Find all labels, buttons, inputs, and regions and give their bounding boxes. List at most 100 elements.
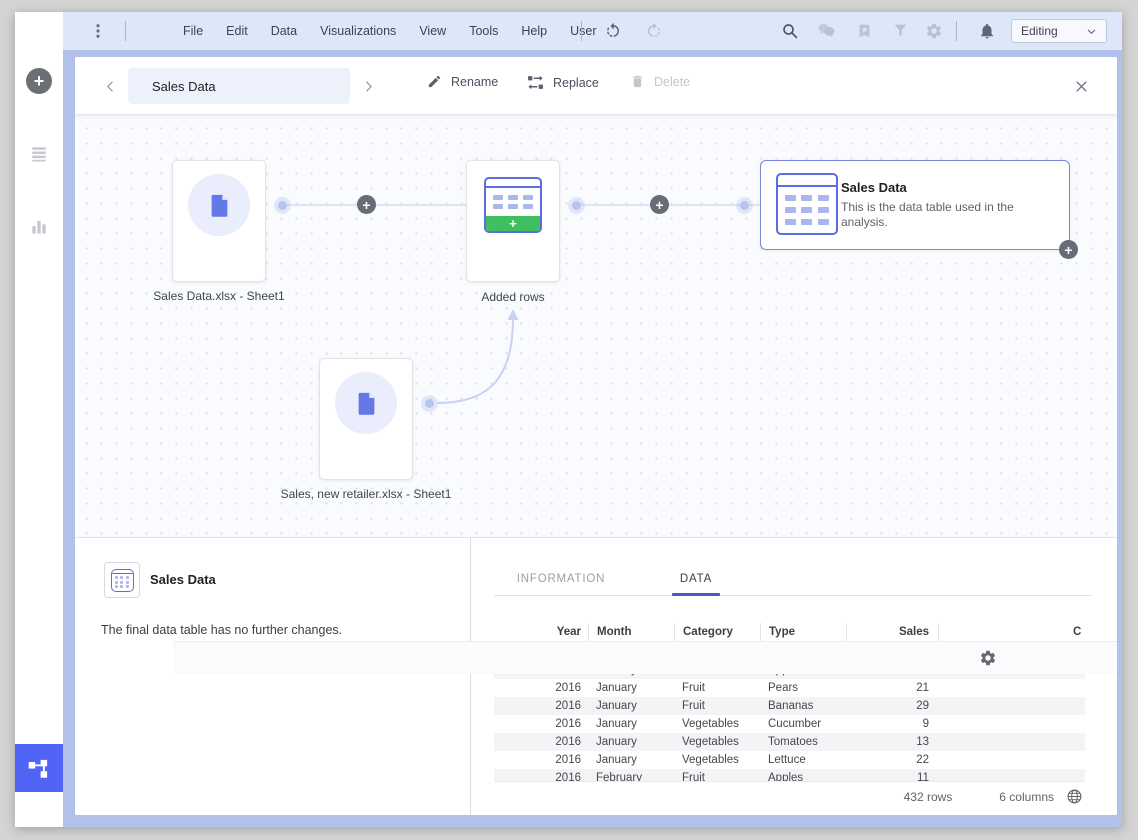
overflow-menu-button[interactable] [89, 22, 107, 40]
menu-item-help[interactable]: Help [521, 24, 547, 38]
tab-information[interactable]: INFORMATION [519, 562, 603, 595]
cell: Fruit [674, 679, 760, 697]
swap-icon [527, 74, 544, 91]
cell [938, 769, 1085, 781]
pencil-icon [427, 74, 442, 89]
menu-separator [125, 21, 126, 41]
delete-label: Delete [654, 75, 690, 89]
add-transformation-button[interactable]: + [650, 195, 669, 214]
rename-label: Rename [451, 75, 498, 89]
cell: Fruit [674, 769, 760, 781]
filters-button[interactable] [892, 23, 909, 40]
table-selector[interactable]: Sales Data [128, 68, 350, 104]
cell [938, 715, 1085, 733]
comments-button[interactable] [817, 22, 836, 41]
menu-item-user[interactable]: User [570, 24, 596, 38]
delete-button-disabled[interactable]: Delete [630, 74, 690, 89]
cell: January [588, 733, 674, 751]
redo-button[interactable] [645, 22, 663, 40]
mode-dropdown[interactable]: Editing [1011, 19, 1107, 43]
comments-icon [817, 22, 836, 41]
kebab-icon [89, 22, 107, 40]
row-count: 432 rows [904, 790, 953, 804]
table-selector-label: Sales Data [152, 79, 216, 94]
next-table-button[interactable] [358, 76, 378, 96]
menu-item-file[interactable]: File [183, 24, 203, 38]
table-icon [111, 569, 134, 592]
details-title: Sales Data [150, 572, 216, 587]
connector-dot [274, 197, 291, 214]
table-row: 2016JanuaryFruitPears21 [494, 679, 1085, 697]
source-node-1-label: Sales Data.xlsx - Sheet1 [109, 289, 329, 303]
node-graph-canvas[interactable]: Sales Data.xlsx - Sheet1 + + Added rows … [75, 115, 1117, 537]
add-transformation-button[interactable]: + [357, 195, 376, 214]
column-header[interactable]: Month [588, 623, 674, 641]
undo-button[interactable] [604, 22, 622, 40]
data-canvas-button[interactable] [15, 744, 63, 792]
table-row: 2016FebruaryFruitApples11 [494, 769, 1085, 781]
menu-bar: File Edit Data Visualizations View Tools Help U… [183, 24, 597, 38]
tabs-divider [494, 595, 1092, 596]
cell: 13 [846, 733, 938, 751]
column-header[interactable]: Sales [846, 623, 938, 641]
search-icon [781, 22, 799, 40]
cell: 2016 [494, 697, 588, 715]
active-tab-underline [672, 593, 720, 596]
cell: January [588, 697, 674, 715]
table-row: 2016JanuaryFruitBananas29 [494, 697, 1085, 715]
connector-line [580, 204, 760, 206]
top-menu-bar: File Edit Data Visualizations View Tools Help U… [63, 12, 1122, 50]
column-header[interactable]: Category [674, 623, 760, 641]
cell: Fruit [674, 697, 760, 715]
menu-item-view[interactable]: View [419, 24, 446, 38]
added-rows-plus-badge: + [486, 216, 540, 231]
settings-button[interactable] [925, 22, 943, 40]
source-node-sales-data[interactable] [172, 160, 266, 282]
file-circle [188, 174, 250, 236]
add-transformation-button[interactable]: + [1059, 240, 1078, 259]
cell: 2016 [494, 769, 588, 781]
rename-button[interactable]: Rename [427, 74, 498, 89]
column-count: 6 columns [999, 790, 1054, 804]
previous-table-button[interactable] [100, 76, 120, 96]
gear-icon [925, 22, 943, 40]
column-header[interactable]: Type [760, 623, 846, 641]
cell: January [588, 715, 674, 733]
chevron-down-icon [1086, 26, 1097, 37]
plus-icon: + [26, 68, 52, 94]
notifications-button[interactable] [978, 22, 996, 40]
added-rows-node[interactable]: + [466, 160, 560, 282]
cell [938, 751, 1085, 769]
chevron-left-icon [104, 80, 117, 93]
cell: Vegetables [674, 751, 760, 769]
data-canvas-panel: Sales Data Rename Replace Delete [75, 57, 1117, 815]
cell: 21 [846, 679, 938, 697]
data-canvas-icon [26, 755, 52, 781]
cell: Cucumber [760, 715, 846, 733]
menu-item-data[interactable]: Data [271, 24, 297, 38]
activity-sidebar: + [15, 12, 63, 827]
locale-button[interactable] [1066, 788, 1083, 805]
menu-separator [581, 21, 582, 41]
pages-panel-button[interactable] [15, 130, 63, 178]
menu-item-visualizations[interactable]: Visualizations [320, 24, 396, 38]
menu-item-tools[interactable]: Tools [469, 24, 498, 38]
bookmarks-button[interactable] [856, 23, 873, 40]
document-icon [353, 390, 380, 417]
cell: Vegetables [674, 733, 760, 751]
search-button[interactable] [781, 22, 799, 40]
visualizations-panel-button[interactable] [15, 202, 63, 250]
cell: 2016 [494, 733, 588, 751]
mode-label: Editing [1021, 24, 1058, 38]
column-header[interactable]: C [938, 623, 1085, 641]
add-visualization-button[interactable]: + [15, 57, 63, 105]
column-header[interactable]: Year [494, 623, 588, 641]
close-canvas-button[interactable] [1071, 76, 1091, 96]
menu-item-edit[interactable]: Edit [226, 24, 248, 38]
final-table-node[interactable]: Sales Data This is the data table used i… [760, 160, 1070, 250]
replace-button[interactable]: Replace [527, 74, 599, 91]
tab-data[interactable]: DATA [672, 562, 720, 595]
source-node-new-retailer[interactable] [319, 358, 413, 480]
menu-separator [956, 21, 957, 41]
cell: 2016 [494, 751, 588, 769]
